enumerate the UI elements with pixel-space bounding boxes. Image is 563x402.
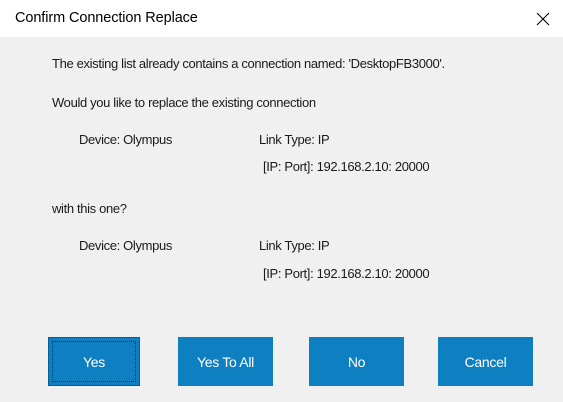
replacement-device: Device: Olympus [79, 238, 172, 253]
no-button[interactable]: No [309, 337, 404, 386]
confirm-connection-replace-dialog: Confirm Connection Replace The existing … [0, 0, 563, 402]
yes-button[interactable]: Yes [48, 337, 140, 386]
cancel-button-label: Cancel [464, 353, 507, 370]
focus-ring [52, 341, 136, 382]
existing-link-type: Link Type: IP [259, 132, 330, 147]
title-bar: Confirm Connection Replace [0, 0, 563, 37]
message-line-existing-name: The existing list already contains a con… [52, 56, 445, 71]
cancel-button[interactable]: Cancel [438, 337, 533, 386]
close-button[interactable] [523, 0, 563, 37]
replacement-ip-port: [IP: Port]: 192.168.2.10: 20000 [263, 266, 430, 281]
dialog-title: Confirm Connection Replace [15, 10, 198, 26]
message-line-with-this-one: with this one? [52, 201, 127, 216]
existing-ip-port: [IP: Port]: 192.168.2.10: 20000 [263, 159, 430, 174]
close-icon [536, 12, 550, 25]
no-button-label: No [347, 353, 366, 370]
yes-to-all-button-label: Yes To All [197, 353, 254, 370]
existing-device: Device: Olympus [79, 132, 172, 147]
message-line-replace-question: Would you like to replace the existing c… [52, 95, 316, 110]
yes-to-all-button[interactable]: Yes To All [178, 337, 273, 386]
replacement-link-type: Link Type: IP [259, 238, 330, 253]
